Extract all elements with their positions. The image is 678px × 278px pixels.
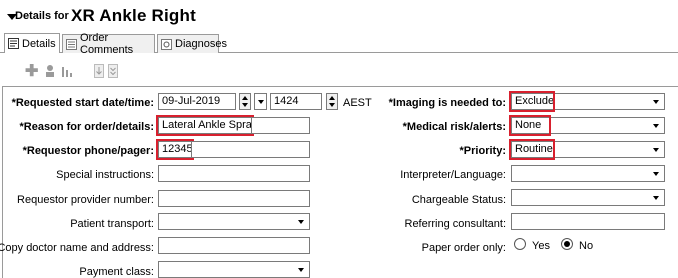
expand-icon[interactable] [108, 64, 118, 81]
requestor-phone-input[interactable]: 12345 [156, 139, 194, 160]
reason-input-extension[interactable] [252, 117, 310, 134]
tab-details-label: Details [22, 37, 56, 50]
chevron-down-icon [653, 148, 659, 152]
details-header: Details for XR Ankle Right [0, 0, 678, 32]
paper-order-no-label: No [579, 240, 594, 252]
toolbar: ✚ [0, 54, 678, 86]
details-prefix: Details for [15, 10, 69, 22]
requested-start-time-input[interactable]: 1424 [270, 93, 322, 110]
tab-order-comments-label: Order Comments [80, 32, 134, 56]
patient-transport-label: Patient transport: [70, 218, 154, 230]
add-icon[interactable]: ✚ [25, 61, 38, 81]
interpreter-select[interactable] [511, 165, 665, 182]
interpreter-label: Interpreter/Language: [400, 169, 506, 181]
payment-class-label: Payment class: [79, 266, 154, 278]
special-instructions-input[interactable] [158, 165, 310, 182]
chargeable-status-select[interactable] [511, 189, 665, 206]
link-icon[interactable] [44, 64, 56, 81]
tab-diagnoses-label: Diagnoses [175, 38, 227, 50]
paper-order-no-radio[interactable] [561, 238, 573, 250]
requestor-phone-label: *Requestor phone/pager: [22, 145, 154, 157]
reason-label: *Reason for order/details: [19, 121, 154, 133]
paper-order-yes-label: Yes [532, 240, 550, 252]
chevron-down-icon [258, 100, 264, 104]
chevron-down-icon [298, 220, 304, 224]
spin-down-icon[interactable] [329, 103, 335, 107]
imaging-needed-label: *Imaging is needed to: [388, 97, 506, 109]
priority-highlight [509, 139, 555, 160]
requestor-provider-label: Requestor provider number: [17, 194, 154, 206]
chevron-down-icon [298, 268, 304, 272]
chart-icon[interactable] [61, 64, 73, 81]
details-icon [8, 38, 19, 49]
payment-class-select[interactable] [158, 261, 310, 278]
paper-order-yes-radio[interactable] [514, 238, 526, 250]
medical-risk-label: *Medical risk/alerts: [402, 121, 506, 133]
spin-up-icon[interactable] [242, 96, 248, 100]
comments-icon [66, 38, 77, 50]
medical-risk-highlight [509, 115, 551, 136]
chevron-down-icon [653, 124, 659, 128]
chevron-down-icon [653, 196, 659, 200]
reason-input[interactable]: Lateral Ankle Sprain [156, 115, 254, 136]
paper-order-label: Paper order only: [421, 242, 506, 254]
special-instructions-label: Special instructions: [56, 169, 154, 181]
chevron-down-icon [653, 100, 659, 104]
time-spinner[interactable] [326, 93, 338, 110]
requestor-provider-input[interactable] [158, 190, 310, 207]
priority-label: *Priority: [459, 145, 506, 157]
order-title: XR Ankle Right [71, 6, 196, 25]
timezone-label: AEST [343, 97, 372, 109]
requested-start-date-input[interactable]: 09-Jul-2019 [158, 93, 236, 110]
copy-doctor-input[interactable] [158, 237, 310, 254]
chevron-down-icon [653, 172, 659, 176]
date-dropdown-button[interactable] [254, 93, 267, 110]
requested-start-label: *Requested start date/time: [11, 97, 154, 109]
tab-order-comments[interactable]: Order Comments [62, 32, 155, 56]
imaging-needed-highlight [509, 91, 555, 112]
referring-consultant-label: Referring consultant: [404, 218, 507, 230]
spin-down-icon[interactable] [242, 103, 248, 107]
requestor-phone-input-extension[interactable] [192, 141, 310, 158]
referring-consultant-input[interactable] [511, 213, 665, 230]
copy-doctor-label: Copy doctor name and address: [0, 242, 154, 254]
patient-transport-select[interactable] [158, 213, 310, 230]
spin-up-icon[interactable] [329, 96, 335, 100]
tab-details[interactable]: Details [4, 33, 60, 53]
chargeable-status-label: Chargeable Status: [411, 194, 506, 206]
tab-bar: Details Order Comments Diagnoses [0, 32, 678, 56]
diagnoses-icon [161, 38, 172, 50]
tab-diagnoses[interactable]: Diagnoses [157, 34, 227, 53]
move-down-icon[interactable] [94, 64, 104, 81]
date-spinner[interactable] [239, 93, 251, 110]
